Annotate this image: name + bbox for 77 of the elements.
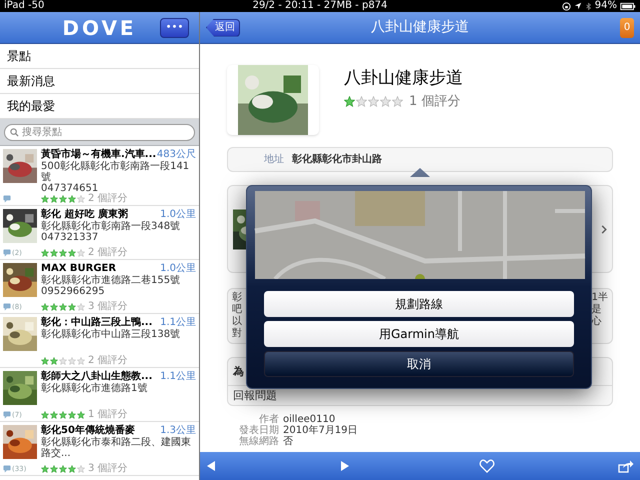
distance-text: 1.0公里 xyxy=(160,209,196,220)
menu-item[interactable]: 景點 xyxy=(0,44,199,69)
rating-count: 2 個評分 xyxy=(88,248,128,258)
rating-count: 3 個評分 xyxy=(88,464,128,474)
rating-count: 3 個評分 xyxy=(88,302,128,312)
phone-text: 047321337 xyxy=(41,232,100,243)
address-text: 彰化縣彰化市進德路1號 xyxy=(41,383,148,394)
rating-count: 2 個評分 xyxy=(88,194,128,204)
heart-icon[interactable] xyxy=(479,459,495,473)
distance-text: 1.3公里 xyxy=(160,425,196,436)
cancel-button[interactable]: 取消 xyxy=(264,351,574,377)
place-list-item[interactable]: 彰化：中山路三段上鴨... 1.1公里 彰化縣彰化市中山路三段138號 2 個評分 xyxy=(0,314,199,368)
star-empty-icon xyxy=(380,96,391,107)
action-button[interactable]: 用Garmin導航 xyxy=(264,321,574,347)
bluetooth-icon xyxy=(584,2,592,10)
place-title: 彰化 超好吃 廣東粥 xyxy=(41,209,129,220)
battery-icon xyxy=(620,2,636,10)
distance-text: 483公尺 xyxy=(156,149,196,161)
chevron-right-icon[interactable] xyxy=(601,224,607,234)
count-badge: 0 xyxy=(620,18,634,38)
forward-arrow-icon[interactable] xyxy=(340,460,350,472)
meta-value: oillee0110 xyxy=(283,414,336,425)
description-text: 心 xyxy=(592,316,603,328)
meta-value: 2010年7月19日 xyxy=(283,425,359,436)
battery-text: 94% xyxy=(594,0,617,12)
rating-count: 1 個評分 xyxy=(88,410,128,420)
star-empty-icon xyxy=(368,96,379,107)
description-text: 是 xyxy=(592,304,603,316)
address-value: 彰化縣彰化市卦山路 xyxy=(292,152,382,167)
status-center-text: 29/2 - 20:11 - 27MB - p874 xyxy=(252,0,388,12)
rotation-lock-icon xyxy=(562,2,571,10)
address-text: 彰化縣彰化市中山路三段138號 xyxy=(41,329,182,340)
nav-title: 八卦山健康步道 xyxy=(371,18,469,37)
place-title: 彰化50年傳統燒番麥 xyxy=(41,425,136,436)
distance-text: 1.1公里 xyxy=(160,317,196,328)
back-arrow-icon[interactable] xyxy=(206,460,216,472)
meta-value: 否 xyxy=(283,436,294,447)
place-title: 黃昏市場～有機車.汽車... xyxy=(41,149,155,160)
meta-label: 作者 xyxy=(258,414,279,425)
description-text: 彰 xyxy=(232,292,242,304)
place-title: 彰化：中山路三段上鴨... xyxy=(41,317,154,328)
address-text: 彰化縣彰化市進德路二巷155號 xyxy=(41,275,182,286)
description-text: 吧 xyxy=(232,304,242,316)
star-empty-icon xyxy=(392,96,403,107)
carrier-text: iPad -50 xyxy=(4,0,44,12)
field-label: 地址 xyxy=(264,152,284,167)
popover-pointer xyxy=(410,168,430,177)
app-logo: DOVE xyxy=(62,14,137,42)
search-field[interactable]: 搜尋景點 xyxy=(4,124,195,140)
rating-count: 1 個評分 xyxy=(409,92,460,110)
more-button[interactable]: ••• xyxy=(160,18,189,38)
phone-text: 0952966295 xyxy=(41,286,106,297)
distance-text: 1.0公里 xyxy=(160,263,196,274)
address-text: 彰化縣彰化市彰南路一段348號 xyxy=(41,221,182,232)
place-list-item[interactable]: 黃昏市場～有機車.汽車...483公尺 500彰化縣彰化市彰南路一段141號 047374651 2 個評分 xyxy=(0,146,199,206)
meta-label: 發表日期 xyxy=(238,425,279,436)
menu-item[interactable]: 最新消息 xyxy=(0,69,199,94)
back-button[interactable]: 返回 xyxy=(206,18,240,36)
meta-label: 無線網路 xyxy=(238,436,279,447)
place-title: MAX BURGER xyxy=(41,263,118,274)
share-icon[interactable] xyxy=(618,459,634,473)
description-text: 以 xyxy=(232,316,242,328)
phone-text: 047374651 xyxy=(41,183,98,194)
address-text: 500彰化縣彰化市彰南路一段141號 xyxy=(41,161,190,183)
distance-text: 1.1公里 xyxy=(160,371,196,383)
place-name: 八卦山健康步道 xyxy=(344,67,463,90)
rating-count: 2 個評分 xyxy=(88,356,128,366)
description-text: 對 xyxy=(232,328,242,340)
description-text: 1半 xyxy=(592,292,608,304)
action-button[interactable]: 規劃路線 xyxy=(264,291,574,317)
search-icon xyxy=(10,128,19,137)
star-filled-icon xyxy=(344,96,355,107)
place-title: 彰師大之八卦山生態教... xyxy=(41,371,154,382)
address-text: 彰化縣彰化市泰和路二段、建國東路交... xyxy=(41,437,192,459)
star-empty-icon xyxy=(356,96,367,107)
report-problem-link[interactable]: 回報問題 xyxy=(228,386,612,405)
location-arrow-icon xyxy=(574,2,582,10)
